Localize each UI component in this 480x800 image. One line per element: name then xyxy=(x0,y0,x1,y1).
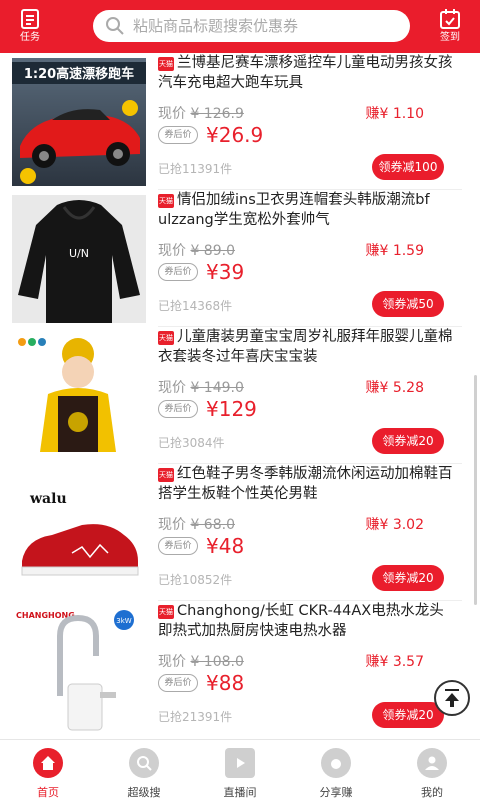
tab-label: 直播间 xyxy=(223,786,257,799)
coupon-price: ¥88 xyxy=(206,671,245,695)
tab-label: 首页 xyxy=(37,786,59,799)
thumb-badge: 3kW xyxy=(116,617,132,625)
thumb-caption: U/N xyxy=(69,247,89,260)
share-money-icon xyxy=(321,748,351,778)
tab-home[interactable]: 首页 xyxy=(0,740,96,800)
tab-label: 分享赚 xyxy=(319,786,353,799)
product-thumbnail[interactable]: U/N xyxy=(12,195,146,323)
get-coupon-button[interactable]: 领券减20 xyxy=(372,702,444,728)
task-icon xyxy=(21,9,39,29)
earn-amount: 赚¥ 1.10 xyxy=(365,106,424,122)
after-coupon-tag: 券后价 xyxy=(158,126,198,144)
product-thumbnail[interactable]: walu xyxy=(12,469,146,597)
task-button[interactable]: 任务 xyxy=(8,4,52,48)
earn-amount: 赚¥ 5.28 xyxy=(365,380,424,396)
product-title[interactable]: 天猫 兰博基尼赛车漂移遥控车儿童电动男孩女孩汽车充电超大跑车玩具 xyxy=(158,53,458,93)
thumb-caption: 1:20高速漂移跑车 xyxy=(24,66,134,82)
after-coupon-tag: 券后价 xyxy=(158,263,198,281)
coupon-price: ¥39 xyxy=(206,260,245,284)
original-price: 现价 ¥ 89.0 xyxy=(158,243,235,259)
signin-label: 签到 xyxy=(440,32,460,43)
sold-count: 已抢11391件 xyxy=(158,162,233,176)
signin-button[interactable]: 签到 xyxy=(428,4,472,48)
product-item[interactable]: walu 天猫 红色鞋子男冬季韩版潮流休闲运动加棉鞋百搭学生板鞋个性英伦男鞋 现价… xyxy=(0,464,480,601)
sold-count: 已抢10852件 xyxy=(158,573,233,587)
get-coupon-button[interactable]: 领券减100 xyxy=(372,154,444,180)
top-bar: 任务 签到 xyxy=(0,0,480,53)
product-thumbnail[interactable]: CHANGHONG 3kW xyxy=(12,606,146,734)
get-coupon-button[interactable]: 领券减20 xyxy=(372,428,444,454)
task-label: 任务 xyxy=(20,32,40,43)
user-icon xyxy=(417,748,447,778)
tab-label: 我的 xyxy=(421,786,443,799)
back-to-top-button[interactable] xyxy=(434,680,470,716)
product-thumbnail[interactable]: 1:20高速漂移跑车 xyxy=(12,58,146,186)
product-item[interactable]: 1:20高速漂移跑车 天猫 兰博基尼赛车漂移遥控车儿童电动男孩女孩汽车充电超大跑车… xyxy=(0,53,480,190)
product-list[interactable]: 1:20高速漂移跑车 天猫 兰博基尼赛车漂移遥控车儿童电动男孩女孩汽车充电超大跑车… xyxy=(0,53,480,739)
coupon-price: ¥129 xyxy=(206,397,257,421)
product-item[interactable]: CHANGHONG 3kW 天猫 Changhong/长虹 CKR-44AX电热水… xyxy=(0,601,480,738)
scrollbar[interactable] xyxy=(474,375,477,605)
get-coupon-button[interactable]: 领券减20 xyxy=(372,565,444,591)
product-item[interactable]: U/N 天猫 情侣加绒ins卫衣男连帽套头韩版潮流bf ulzzang学生宽松外套… xyxy=(0,190,480,327)
arrow-up-icon xyxy=(445,689,459,707)
earn-amount: 赚¥ 3.57 xyxy=(365,654,424,670)
product-title[interactable]: 天猫 情侣加绒ins卫衣男连帽套头韩版潮流bf ulzzang学生宽松外套帅气 xyxy=(158,190,458,230)
sold-count: 已抢14368件 xyxy=(158,299,233,313)
tmall-badge: 天猫 xyxy=(158,605,174,619)
original-price: 现价 ¥ 149.0 xyxy=(158,380,244,396)
tab-mine[interactable]: 我的 xyxy=(384,740,480,800)
thumb-caption: walu xyxy=(29,491,67,507)
original-price: 现价 ¥ 68.0 xyxy=(158,517,235,533)
coupon-price: ¥48 xyxy=(206,534,245,558)
tv-icon xyxy=(225,748,255,778)
search-bar[interactable] xyxy=(93,10,410,42)
get-coupon-button[interactable]: 领券减50 xyxy=(372,291,444,317)
product-title[interactable]: 天猫 红色鞋子男冬季韩版潮流休闲运动加棉鞋百搭学生板鞋个性英伦男鞋 xyxy=(158,464,458,504)
home-icon xyxy=(33,748,63,778)
tmall-badge: 天猫 xyxy=(158,194,174,208)
tab-label: 超级搜 xyxy=(127,786,161,799)
product-item[interactable]: 天猫 儿童唐装男童宝宝周岁礼服拜年服婴儿童棉衣套装冬过年喜庆宝宝装 现价 ¥ 14… xyxy=(0,327,480,464)
search-icon xyxy=(129,748,159,778)
coupon-price: ¥26.9 xyxy=(206,123,264,147)
sold-count: 已抢3084件 xyxy=(158,436,225,450)
earn-amount: 赚¥ 3.02 xyxy=(365,517,424,533)
calendar-check-icon xyxy=(440,9,460,29)
tab-share-earn[interactable]: 分享赚 xyxy=(288,740,384,800)
product-title[interactable]: 天猫 儿童唐装男童宝宝周岁礼服拜年服婴儿童棉衣套装冬过年喜庆宝宝装 xyxy=(158,327,458,367)
original-price: 现价 ¥ 108.0 xyxy=(158,654,244,670)
search-icon xyxy=(106,17,124,35)
tmall-badge: 天猫 xyxy=(158,331,174,345)
earn-amount: 赚¥ 1.59 xyxy=(365,243,424,259)
original-price: 现价 ¥ 126.9 xyxy=(158,106,244,122)
after-coupon-tag: 券后价 xyxy=(158,674,198,692)
sold-count: 已抢21391件 xyxy=(158,710,233,724)
bottom-tab-bar: 首页 超级搜 直播间 分享赚 我的 xyxy=(0,739,480,800)
after-coupon-tag: 券后价 xyxy=(158,400,198,418)
product-thumbnail[interactable] xyxy=(12,332,146,460)
after-coupon-tag: 券后价 xyxy=(158,537,198,555)
product-title[interactable]: 天猫 Changhong/长虹 CKR-44AX电热水龙头即热式加热厨房快速电热水… xyxy=(158,601,458,641)
tab-live[interactable]: 直播间 xyxy=(192,740,288,800)
tmall-badge: 天猫 xyxy=(158,57,174,71)
search-input[interactable] xyxy=(133,17,393,35)
tmall-badge: 天猫 xyxy=(158,468,174,482)
tab-super-search[interactable]: 超级搜 xyxy=(96,740,192,800)
